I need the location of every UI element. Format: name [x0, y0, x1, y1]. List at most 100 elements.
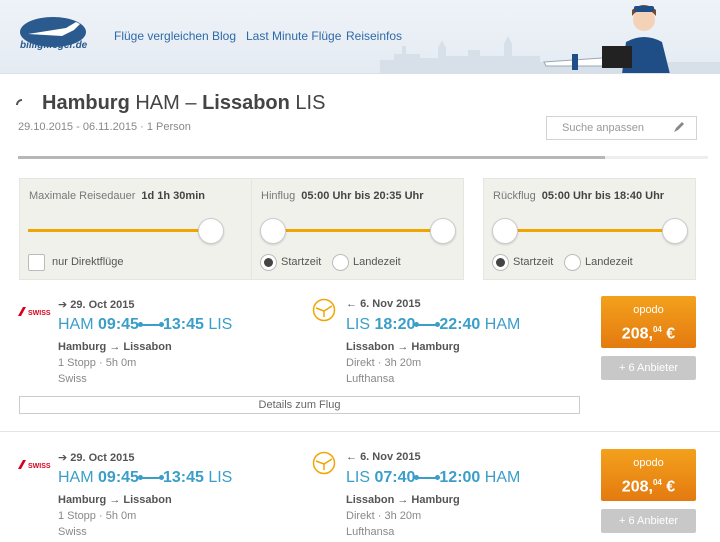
outbound-arrow-icon: ➔	[58, 299, 71, 311]
return-airline: Lufthansa	[346, 373, 395, 385]
outbound-date-text: 29. Oct 2015	[70, 299, 135, 311]
inbound-time-range: 05:00 Uhr bis 18:40 Uhr	[541, 190, 665, 202]
edit-search-button[interactable]	[659, 116, 697, 140]
inbound-departure-radio[interactable]	[492, 254, 509, 271]
loading-progress-bar	[18, 156, 708, 159]
duration-slider-handle[interactable]	[198, 218, 224, 244]
outbound-departure-time: 09:45	[98, 469, 139, 486]
swiss-airline-logo-icon: SWISS	[18, 307, 51, 317]
outbound-date-text: 29. Oct 2015	[70, 452, 135, 464]
return-stops: Direkt · 3h 20m	[346, 357, 422, 369]
price-value: 208,04 €	[601, 325, 696, 343]
price-provider: opodo	[633, 304, 664, 316]
return-route: Lissabon → Hamburg	[346, 341, 460, 353]
outbound-departure-radio[interactable]	[260, 254, 277, 271]
price-button[interactable]: opodo 208,04 €	[601, 449, 696, 501]
outbound-from-code: HAM	[58, 316, 94, 333]
return-from-code: LIS	[346, 469, 371, 486]
inbound-slider-track[interactable]	[504, 229, 676, 232]
origin-code: HAM	[135, 92, 180, 114]
price-provider: opodo	[633, 457, 664, 469]
return-arrow-icon: ←	[346, 298, 361, 310]
lufthansa-logo-icon	[312, 451, 336, 475]
return-departure-time: 07:40	[374, 469, 416, 486]
adjust-search-button[interactable]: Suche anpassen	[546, 116, 660, 140]
outbound-stops: 1 Stopp · 5h 0m	[58, 510, 137, 522]
route-separator: –	[185, 92, 197, 114]
outbound-arrival-time: 13:45	[162, 469, 204, 486]
progress-fill	[18, 156, 605, 159]
direct-line	[414, 474, 441, 480]
price-main: 208,	[621, 325, 653, 343]
duration-filter-label: Maximale Reisedauer 1d 1h 30min	[29, 190, 205, 202]
outbound-times: HAM 09:45 13:45 LIS	[58, 469, 232, 487]
flight-details-button[interactable]: Details zum Flug	[19, 396, 580, 414]
inbound-arrival-label: Landezeit	[585, 256, 633, 268]
price-cents: 04	[652, 325, 662, 334]
flight-result: SWISS ➔ 29. Oct 2015 HAM 09:45 13:45 LIS …	[0, 296, 720, 416]
inbound-slider-min-handle[interactable]	[492, 218, 518, 244]
duration-value: 1d 1h 30min	[141, 190, 205, 202]
outbound-route: Hamburg → Lissabon	[58, 494, 172, 506]
more-providers-button[interactable]: + 6 Anbieter	[601, 356, 696, 380]
outbound-slider-min-handle[interactable]	[260, 218, 286, 244]
price-currency: €	[666, 478, 676, 496]
flight-attendant-illustration	[602, 5, 670, 73]
outbound-times: HAM 09:45 13:45 LIS	[58, 316, 232, 334]
pencil-icon	[674, 122, 684, 132]
nav-flights-compare[interactable]: Flüge vergleichen	[114, 29, 209, 43]
return-date-text: 6. Nov 2015	[360, 298, 421, 310]
inbound-arrival-radio[interactable]	[564, 254, 581, 271]
duration-label: Maximale Reisedauer	[29, 190, 136, 202]
inbound-slider-max-handle[interactable]	[662, 218, 688, 244]
outbound-airline: Swiss	[58, 373, 87, 385]
filter-outbound: Hinflug 05:00 Uhr bis 20:35 Uhr Startzeit…	[251, 178, 464, 280]
outbound-stops: 1 Stopp · 5h 0m	[58, 357, 137, 369]
direct-flights-label: nur Direktflüge	[52, 256, 124, 268]
return-from-code: LIS	[346, 316, 371, 333]
price-button[interactable]: opodo 208,04 €	[601, 296, 696, 348]
outbound-to-code: LIS	[208, 316, 233, 333]
svg-text:SWISS: SWISS	[28, 463, 51, 470]
swiss-airline-logo-icon: SWISS	[18, 460, 51, 470]
loading-spinner-icon	[16, 99, 23, 106]
return-arrival-time: 22:40	[439, 316, 481, 333]
nav-travel-info[interactable]: Reiseinfos	[346, 29, 402, 43]
outbound-to-code: LIS	[208, 469, 233, 486]
destination-code: LIS	[295, 92, 326, 114]
return-airline: Lufthansa	[346, 526, 395, 538]
lufthansa-logo-icon	[312, 298, 336, 322]
search-summary: 29.10.2015 - 06.11.2015 · 1 Person	[18, 121, 191, 133]
more-providers-button[interactable]: + 6 Anbieter	[601, 509, 696, 533]
return-times: LIS 18:20 22:40 HAM	[346, 316, 520, 334]
return-to-code: HAM	[484, 469, 521, 486]
return-date-text: 6. Nov 2015	[360, 451, 421, 463]
return-to-code: HAM	[484, 316, 521, 333]
return-route: Lissabon → Hamburg	[346, 494, 460, 506]
logo-text: billigflieger.de	[20, 40, 88, 51]
nav-last-minute[interactable]: Last Minute Flüge	[246, 29, 341, 43]
outbound-arrival-time: 13:45	[162, 316, 204, 333]
outbound-slider-max-handle[interactable]	[430, 218, 456, 244]
nav-blog[interactable]: Blog	[212, 29, 236, 43]
direct-flights-checkbox[interactable]	[28, 254, 45, 271]
outbound-filter-label: Hinflug 05:00 Uhr bis 20:35 Uhr	[261, 190, 424, 202]
outbound-arrival-label: Landezeit	[353, 256, 401, 268]
outbound-arrival-radio[interactable]	[332, 254, 349, 271]
duration-slider-track[interactable]	[28, 229, 210, 232]
return-arrival-time: 12:00	[439, 469, 481, 486]
stopover-line	[137, 321, 164, 327]
outbound-departure-label: Startzeit	[281, 256, 322, 268]
svg-text:SWISS: SWISS	[28, 310, 51, 317]
inbound-departure-label: Startzeit	[513, 256, 554, 268]
outbound-label: Hinflug	[261, 190, 296, 202]
price-currency: €	[666, 325, 676, 343]
site-header: billigflieger.de Flüge vergleichen Blog …	[0, 0, 720, 74]
destination-city: Lissabon	[202, 92, 290, 114]
filter-duration: Maximale Reisedauer 1d 1h 30min nur Direk…	[19, 178, 259, 280]
origin-city: Hamburg	[42, 92, 130, 114]
outbound-route: Hamburg → Lissabon	[58, 341, 172, 353]
outbound-arrow-icon: ➔	[58, 452, 71, 464]
outbound-slider-track[interactable]	[272, 229, 444, 232]
flight-result: SWISS ➔ 29. Oct 2015 HAM 09:45 13:45 LIS …	[0, 449, 720, 542]
